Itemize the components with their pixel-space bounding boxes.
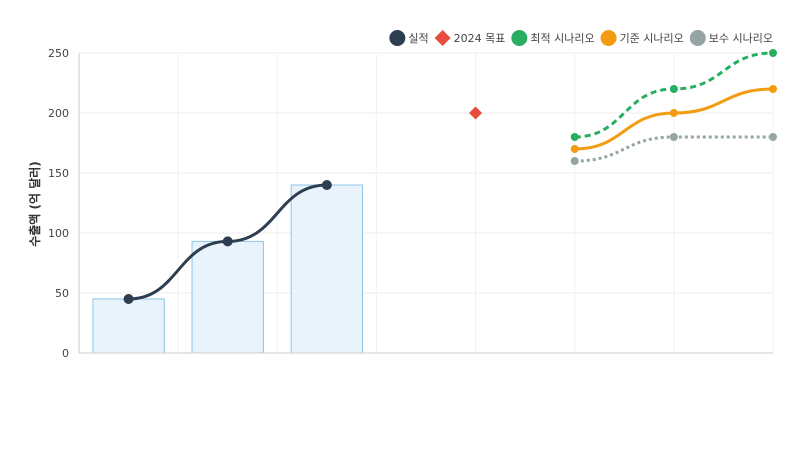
legend-swatch (600, 30, 617, 46)
target-marker (469, 106, 483, 120)
y-tick-label: 50 (55, 287, 69, 300)
legend-item[interactable]: 2024 목표 (434, 30, 506, 46)
bar (92, 298, 165, 354)
y-tick-label: 200 (48, 107, 69, 120)
bar (290, 184, 364, 354)
data-point (570, 133, 579, 141)
legend-swatch (689, 30, 706, 46)
legend-item[interactable]: 최적 시나리오 (511, 30, 595, 46)
legend-swatch (389, 30, 406, 46)
chart-svg: 0 50 100 150 200 250 실적 2024 목표 최적 시나리오 기준 시나리오 보… (27, 30, 777, 360)
legend-item[interactable]: 보수 시나리오 (689, 30, 773, 46)
data-point (570, 145, 579, 153)
y-tick-label: 250 (48, 47, 69, 60)
legend-item[interactable]: 실적 (389, 30, 429, 46)
y-tick-label: 0 (62, 347, 69, 360)
bar (191, 240, 264, 354)
grid (78, 52, 774, 354)
data-point (769, 85, 777, 93)
y-axis-label: 수출액 (억 달러) (27, 161, 42, 247)
legend-label: 최적 시나리오 (530, 32, 594, 45)
data-point (222, 236, 233, 247)
legend-label: 보수 시나리오 (709, 32, 773, 45)
legend[interactable]: 실적 2024 목표 최적 시나리오 기준 시나리오 보수 시나리오 (389, 30, 773, 46)
y-tick-label: 150 (48, 167, 69, 180)
data-point (769, 49, 777, 57)
data-point (669, 109, 678, 117)
data-point (769, 133, 777, 141)
bar-series (92, 184, 364, 354)
legend-item[interactable]: 기준 시나리오 (600, 30, 684, 46)
y-tick-label: 100 (48, 227, 69, 240)
legend-label: 실적 (408, 32, 428, 45)
legend-label: 기준 시나리오 (620, 32, 684, 45)
data-point (321, 180, 332, 190)
legend-label: 2024 목표 (454, 32, 506, 45)
data-point (669, 85, 678, 93)
data-point (570, 157, 579, 165)
legend-swatch (511, 30, 528, 46)
data-point (123, 294, 134, 304)
legend-swatch (434, 30, 451, 46)
chart-container: 0 50 100 150 200 250 실적 2024 목표 최적 시나리오 기준 시나리오 보… (0, 0, 806, 453)
data-point (669, 133, 678, 141)
